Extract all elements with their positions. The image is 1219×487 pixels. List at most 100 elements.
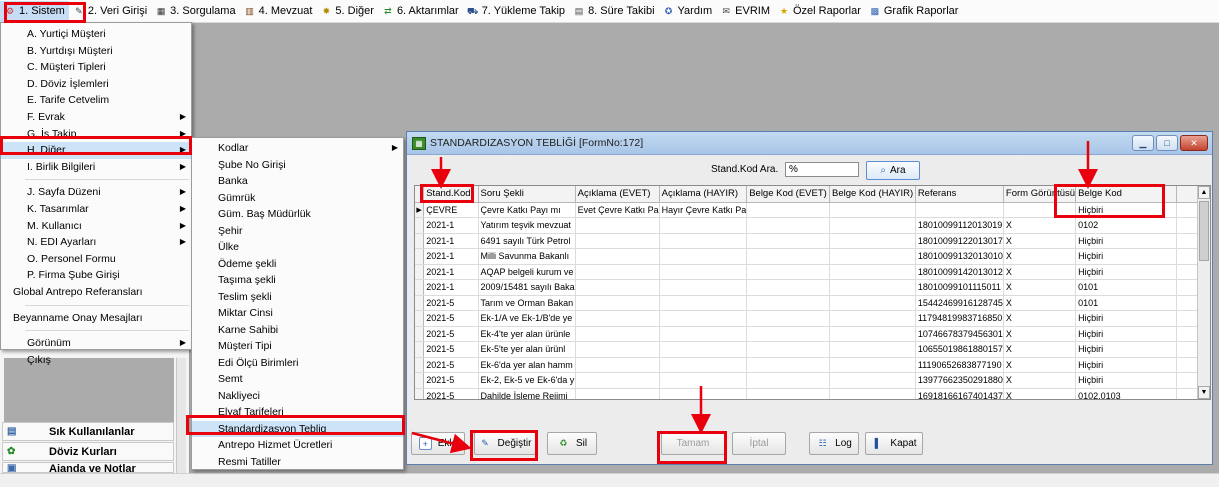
- menu-item-personel-formu[interactable]: O. Personel Formu: [1, 251, 191, 268]
- minimize-button[interactable]: ▁: [1132, 135, 1154, 151]
- menu-sistem[interactable]: ⚙ 1. Sistem: [0, 0, 69, 22]
- degistir-button[interactable]: ✎ Değiştir: [474, 432, 536, 455]
- cell-soru-sekli[interactable]: 6491 sayılı Türk Petrol: [478, 233, 576, 249]
- cell-form-goruntusu[interactable]: X: [1003, 341, 1077, 358]
- submenu-item-edi-olcu-birimleri[interactable]: Edi Ölçü Birimleri: [192, 355, 403, 372]
- cell-referans[interactable]: 18010099142013012: [915, 264, 1004, 280]
- menu-item-birlik-bilgileri[interactable]: I. Birlik Bilgileri ▶: [1, 159, 191, 176]
- cell-aciklama-evet[interactable]: [575, 326, 660, 342]
- cell-soru-sekli[interactable]: Tarım ve Orman Bakan: [478, 295, 576, 311]
- menu-sorgulama[interactable]: ▦ 3. Sorgulama: [151, 1, 239, 22]
- submenu-item-tasima-sekli[interactable]: Taşıma şekli: [192, 272, 403, 289]
- cell-belge-kod-evet[interactable]: [746, 295, 830, 311]
- cell-belge-kod-hayir[interactable]: [829, 326, 916, 342]
- cell-referans[interactable]: 13977662350291880: [915, 372, 1004, 389]
- cell-stand-kod[interactable]: 2021-5: [423, 357, 479, 373]
- cell-belge-kod-hayir[interactable]: [829, 372, 916, 389]
- cell-belge-kod[interactable]: 0102: [1075, 217, 1177, 234]
- submenu-item-ulke[interactable]: Ülke: [192, 239, 403, 256]
- cell-form-goruntusu[interactable]: X: [1003, 326, 1077, 342]
- cell-aciklama-evet[interactable]: [575, 248, 660, 265]
- submenu-item-elyaf-tarifeleri[interactable]: Elyaf Tarifeleri: [192, 404, 403, 421]
- cell-belge-kod[interactable]: 0101: [1075, 295, 1177, 311]
- submenu-item-sehir[interactable]: Şehir: [192, 223, 403, 240]
- scroll-down-icon[interactable]: ▼: [1198, 386, 1210, 399]
- cell-belge-kod-evet[interactable]: [746, 202, 830, 218]
- cell-form-goruntusu[interactable]: X: [1003, 310, 1077, 327]
- cell-soru-sekli[interactable]: Yatırım teşvik mevzuat: [478, 217, 576, 234]
- cell-belge-kod-evet[interactable]: [746, 341, 830, 358]
- cell-soru-sekli[interactable]: Ek-4'te yer alan ürünle: [478, 326, 576, 342]
- table-row[interactable]: 2021-5 Dahilde İşleme Rejimi 1691816616740…: [415, 388, 1210, 399]
- cell-stand-kod[interactable]: 2021-5: [423, 372, 479, 389]
- menu-diger[interactable]: ✸ 5. Diğer: [316, 1, 378, 22]
- tamam-button[interactable]: Tamam: [661, 432, 725, 455]
- column-header-soru-sekli[interactable]: Soru Şekli: [478, 186, 576, 203]
- cell-referans[interactable]: 18010099122013017: [915, 233, 1004, 249]
- search-input[interactable]: %: [785, 162, 859, 177]
- menu-veri-girisi[interactable]: ✎ 2. Veri Girişi: [69, 1, 151, 22]
- cell-referans[interactable]: 18010099132013010: [915, 248, 1004, 265]
- cell-referans[interactable]: 11794819983716850: [915, 310, 1004, 327]
- submenu-item-antrepo-hizmet[interactable]: Antrepo Hizmet Ücretleri: [192, 437, 403, 454]
- cell-soru-sekli[interactable]: Çevre Katkı Payı mı: [478, 202, 576, 218]
- cell-stand-kod[interactable]: 2021-1: [423, 248, 479, 265]
- table-row[interactable]: 2021-5 Tarım ve Orman Bakan 15442469916128…: [415, 295, 1210, 311]
- cell-belge-kod-hayir[interactable]: [829, 388, 916, 399]
- cell-stand-kod[interactable]: 2021-5: [423, 388, 479, 399]
- cell-aciklama-hayir[interactable]: [659, 279, 748, 296]
- cell-belge-kod-evet[interactable]: [746, 310, 830, 327]
- menu-aktarimlar[interactable]: ⇄ 6. Aktarımlar: [378, 1, 463, 22]
- menu-mevzuat[interactable]: ▥ 4. Mevzuat: [240, 1, 317, 22]
- cell-aciklama-evet[interactable]: [575, 217, 660, 234]
- cell-aciklama-evet[interactable]: [575, 295, 660, 311]
- table-row[interactable]: 2021-1 AQAP belgeli kurum ve 1801009914201…: [415, 264, 1210, 280]
- left-panel-scrollbar[interactable]: [176, 358, 186, 473]
- cell-soru-sekli[interactable]: 2009/15481 sayılı Baka: [478, 279, 576, 296]
- cell-aciklama-hayir[interactable]: Hayır Çevre Katkı Pa: [659, 202, 748, 218]
- cell-stand-kod[interactable]: 2021-5: [423, 295, 479, 311]
- column-header-belge-kod[interactable]: Belge Kod: [1075, 186, 1177, 203]
- cell-soru-sekli[interactable]: Ek-1/A ve Ek-1/B'de ye: [478, 310, 576, 327]
- table-row[interactable]: 2021-1 2009/15481 sayılı Baka 180100991011…: [415, 279, 1210, 296]
- cell-form-goruntusu[interactable]: X: [1003, 279, 1077, 296]
- cell-referans[interactable]: 15442469916128745: [915, 295, 1004, 311]
- cell-referans[interactable]: 10746678379456301: [915, 326, 1004, 342]
- cell-belge-kod[interactable]: Hiçbiri: [1075, 310, 1177, 327]
- table-row[interactable]: 2021-1 Yatırım teşvik mevzuat 180100991120…: [415, 217, 1210, 234]
- cell-stand-kod[interactable]: 2021-1: [423, 233, 479, 249]
- cell-belge-kod[interactable]: Hiçbiri: [1075, 357, 1177, 373]
- menu-item-global-antrepo[interactable]: Global Antrepo Referansları: [1, 284, 191, 301]
- cell-form-goruntusu[interactable]: [1003, 202, 1077, 218]
- cell-form-goruntusu[interactable]: X: [1003, 233, 1077, 249]
- menu-sure-takibi[interactable]: ▤ 8. Süre Takibi: [569, 1, 658, 22]
- menu-grafik-raporlar[interactable]: ▩ Grafik Raporlar: [865, 1, 963, 22]
- cell-form-goruntusu[interactable]: X: [1003, 372, 1077, 389]
- cell-belge-kod[interactable]: 0101: [1075, 279, 1177, 296]
- column-header-form-goruntusu[interactable]: Form Görüntüsü: [1003, 186, 1077, 203]
- cell-form-goruntusu[interactable]: X: [1003, 217, 1077, 234]
- menu-yardim[interactable]: ✪ Yardım: [659, 1, 717, 22]
- data-grid[interactable]: Stand.Kod Soru Şekli Açıklama (EVET) Açı…: [414, 185, 1211, 400]
- cell-form-goruntusu[interactable]: X: [1003, 357, 1077, 373]
- cell-stand-kod[interactable]: 2021-5: [423, 310, 479, 327]
- cell-stand-kod[interactable]: 2021-1: [423, 279, 479, 296]
- cell-aciklama-hayir[interactable]: [659, 295, 748, 311]
- cell-form-goruntusu[interactable]: X: [1003, 388, 1077, 399]
- cell-soru-sekli[interactable]: Milli Savunma Bakanlı: [478, 248, 576, 265]
- cell-aciklama-evet[interactable]: [575, 264, 660, 280]
- cell-soru-sekli[interactable]: Ek-5'te yer alan ürünl: [478, 341, 576, 358]
- cell-referans[interactable]: 18010099101115011: [915, 279, 1004, 296]
- column-header-stand-kod[interactable]: Stand.Kod: [423, 186, 479, 203]
- cell-aciklama-evet[interactable]: [575, 341, 660, 358]
- cell-belge-kod-evet[interactable]: [746, 233, 830, 249]
- cell-belge-kod[interactable]: Hiçbiri: [1075, 326, 1177, 342]
- iptal-button[interactable]: İptal: [732, 432, 786, 455]
- menu-item-yurtdisi-musteri[interactable]: B. Yurtdışı Müşteri: [1, 43, 191, 60]
- menu-item-edi-ayarlari[interactable]: N. EDI Ayarları ▶: [1, 234, 191, 251]
- menu-item-kullanici[interactable]: M. Kullanıcı ▶: [1, 218, 191, 235]
- cell-referans[interactable]: [915, 202, 1004, 218]
- cell-belge-kod[interactable]: Hiçbiri: [1075, 264, 1177, 280]
- cell-belge-kod-evet[interactable]: [746, 217, 830, 234]
- submenu-item-karne-sahibi[interactable]: Karne Sahibi: [192, 322, 403, 339]
